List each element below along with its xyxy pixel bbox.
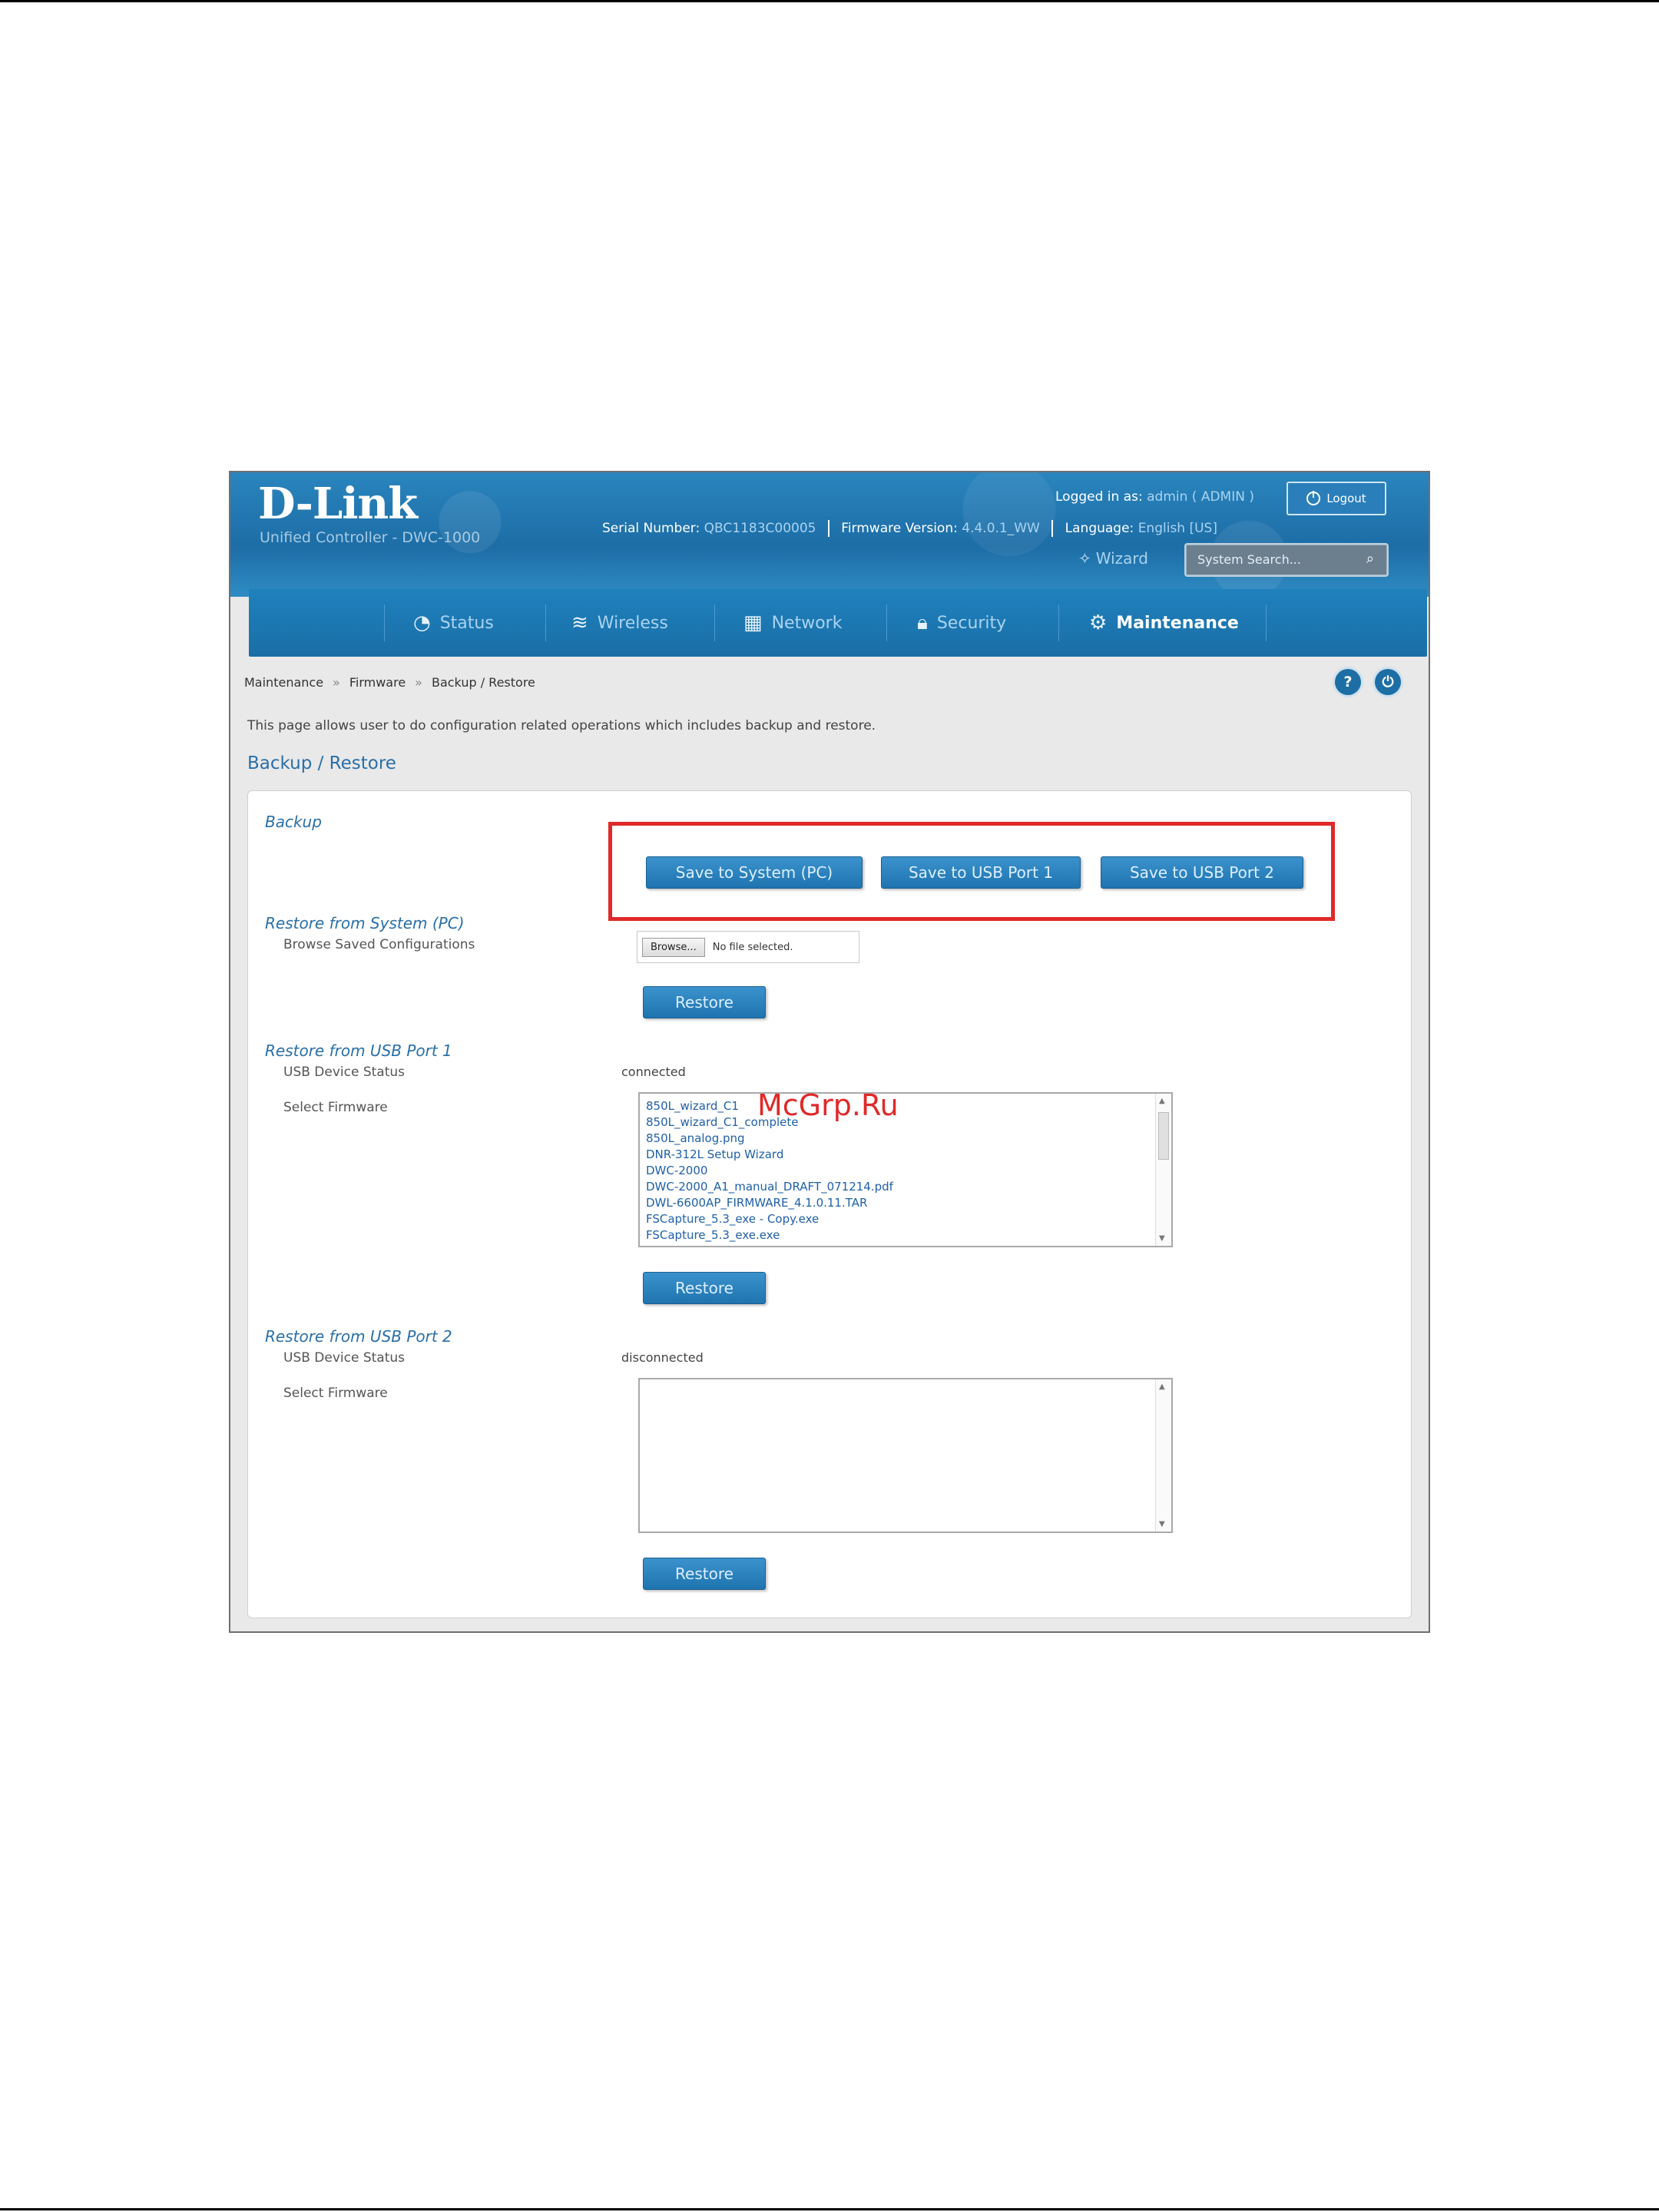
gear-icon: ⚙ <box>1089 611 1108 634</box>
header-banner: D-Link Unified Controller - DWC-1000 Ser… <box>230 472 1429 597</box>
serial-label: Serial Number: <box>602 521 700 536</box>
nav-item-wireless[interactable]: ≋ Wireless <box>571 589 668 657</box>
scroll-up-icon[interactable]: ▲ <box>1159 1382 1165 1391</box>
watermark: McGrp.Ru <box>757 1088 899 1122</box>
usb2-select-label: Select Firmware <box>283 1386 388 1401</box>
highlight-box <box>608 822 1335 921</box>
logged-in-user: admin ( ADMIN ) <box>1147 489 1254 505</box>
list-item[interactable]: DWL-6600AP_FIRMWARE_4.1.0.11.TAR <box>646 1195 1165 1211</box>
restore-usb1-button[interactable]: Restore <box>643 1272 766 1304</box>
nav-label: Maintenance <box>1116 613 1239 633</box>
browse-label: Browse Saved Configurations <box>283 937 475 952</box>
file-input[interactable]: Browse... No file selected. <box>637 931 859 963</box>
nav-label: Network <box>771 613 843 633</box>
logo: D-Link <box>258 478 418 529</box>
list-item[interactable]: FSCapture_5.3_exe.exe <box>646 1227 1165 1243</box>
list-item[interactable]: DWC-2000 <box>646 1163 1165 1179</box>
wifi-icon: ≋ <box>571 611 588 634</box>
nav-label: Wireless <box>597 613 668 633</box>
nav-item-network[interactable]: ▦ Network <box>743 589 842 657</box>
product-name: Unified Controller - DWC-1000 <box>260 529 481 546</box>
scrollbar[interactable]: ▲ ▼ <box>1155 1094 1171 1246</box>
nav-item-status[interactable]: ◔ Status <box>413 589 494 657</box>
firmware-label: Firmware Version: <box>841 521 958 536</box>
language-value[interactable]: English [US] <box>1138 521 1217 536</box>
main-nav: ◔ Status ≋ Wireless ▦ Network 🔒︎ Securit… <box>249 589 1427 657</box>
nav-divider <box>545 604 546 641</box>
firmware-value: 4.4.0.1_WW <box>962 521 1040 536</box>
no-file-text: No file selected. <box>712 941 793 953</box>
breadcrumb: Maintenance » Firmware » Backup / Restore <box>244 675 535 690</box>
restore-usb2-button[interactable]: Restore <box>643 1558 766 1590</box>
list-item[interactable]: DNR-312L Setup Wizard <box>646 1147 1165 1163</box>
scrollbar[interactable]: ▲ ▼ <box>1155 1379 1171 1532</box>
logout-button[interactable]: Logout <box>1286 482 1386 515</box>
restore-pc-title: Restore from System (PC) <box>265 914 465 932</box>
chevron-right-icon: » <box>415 675 422 690</box>
page-description: This page allows user to do configuratio… <box>247 718 876 733</box>
scroll-up-icon[interactable]: ▲ <box>1159 1097 1165 1105</box>
list-item[interactable]: DWC-2000_A1_manual_DRAFT_071214.pdf <box>646 1179 1165 1195</box>
divider <box>1051 520 1054 537</box>
logout-icon[interactable]: ⏻ <box>1375 669 1401 695</box>
chevron-right-icon: » <box>333 675 340 690</box>
wizard-link[interactable]: ✧ Wizard <box>1078 549 1148 568</box>
gauge-icon: ◔ <box>413 611 431 634</box>
breadcrumb-item[interactable]: Firmware <box>349 675 406 690</box>
breadcrumb-item[interactable]: Maintenance <box>244 675 323 690</box>
nav-item-maintenance[interactable]: ⚙ Maintenance <box>1089 589 1239 657</box>
nav-divider <box>1266 604 1267 641</box>
search-placeholder: System Search... <box>1197 552 1301 567</box>
usb2-status-value: disconnected <box>621 1350 704 1365</box>
usb1-firmware-list[interactable]: 850L_wizard_C1 850L_wizard_C1_complete 8… <box>638 1092 1173 1247</box>
logout-label: Logout <box>1326 492 1366 505</box>
network-icon: ▦ <box>743 611 763 634</box>
scroll-down-icon[interactable]: ▼ <box>1159 1234 1165 1243</box>
nav-divider <box>1058 604 1059 641</box>
usb1-status-label: USB Device Status <box>283 1065 406 1080</box>
nav-label: Status <box>439 613 494 633</box>
bottom-rule <box>0 2208 1659 2210</box>
help-icon[interactable]: ? <box>1335 669 1361 695</box>
browse-button[interactable]: Browse... <box>642 937 705 957</box>
usb1-select-label: Select Firmware <box>283 1100 388 1115</box>
restore-usb2-title: Restore from USB Port 2 <box>265 1327 452 1346</box>
logged-in-info: Logged in as: admin ( ADMIN ) <box>1055 489 1254 505</box>
divider <box>827 520 830 537</box>
page-title: Backup / Restore <box>247 753 396 773</box>
nav-divider <box>886 604 887 641</box>
wizard-label: Wizard <box>1095 549 1148 568</box>
list-item[interactable]: 850L_wizard_C1 <box>646 1098 1165 1114</box>
restore-usb1-title: Restore from USB Port 1 <box>265 1041 452 1060</box>
backup-title: Backup <box>265 813 322 831</box>
scroll-down-icon[interactable]: ▼ <box>1159 1520 1165 1528</box>
nav-label: Security <box>936 613 1007 633</box>
top-rule <box>0 0 1659 2</box>
wand-icon: ✧ <box>1078 549 1091 568</box>
search-input[interactable]: System Search... ⌕ <box>1186 545 1387 575</box>
list-item[interactable]: 850L_wizard_C1_complete <box>646 1114 1165 1131</box>
usb1-status-value: connected <box>621 1065 686 1079</box>
search-icon[interactable]: ⌕ <box>1366 551 1374 567</box>
language-label: Language: <box>1065 521 1134 536</box>
device-info: Serial Number: QBC1183C00005 Firmware Ve… <box>602 520 1217 537</box>
screenshot-frame: D-Link Unified Controller - DWC-1000 Ser… <box>229 471 1430 1633</box>
power-icon <box>1306 491 1321 505</box>
nav-divider <box>384 604 385 641</box>
usb2-firmware-list[interactable]: ▲ ▼ <box>638 1378 1173 1533</box>
nav-divider <box>714 604 715 641</box>
lock-icon: 🔒︎ <box>917 611 928 634</box>
logged-in-label: Logged in as: <box>1055 489 1143 505</box>
list-item[interactable]: 850L_analog.png <box>646 1131 1165 1147</box>
usb2-status-label: USB Device Status <box>283 1350 406 1366</box>
serial-value: QBC1183C00005 <box>704 521 816 536</box>
list-item[interactable]: FSCapture_5.3_exe - Copy.exe <box>646 1211 1165 1227</box>
nav-item-security[interactable]: 🔒︎ Security <box>917 589 1006 657</box>
breadcrumb-item: Backup / Restore <box>431 675 535 690</box>
restore-pc-button[interactable]: Restore <box>643 986 766 1018</box>
scroll-thumb[interactable] <box>1158 1112 1169 1160</box>
